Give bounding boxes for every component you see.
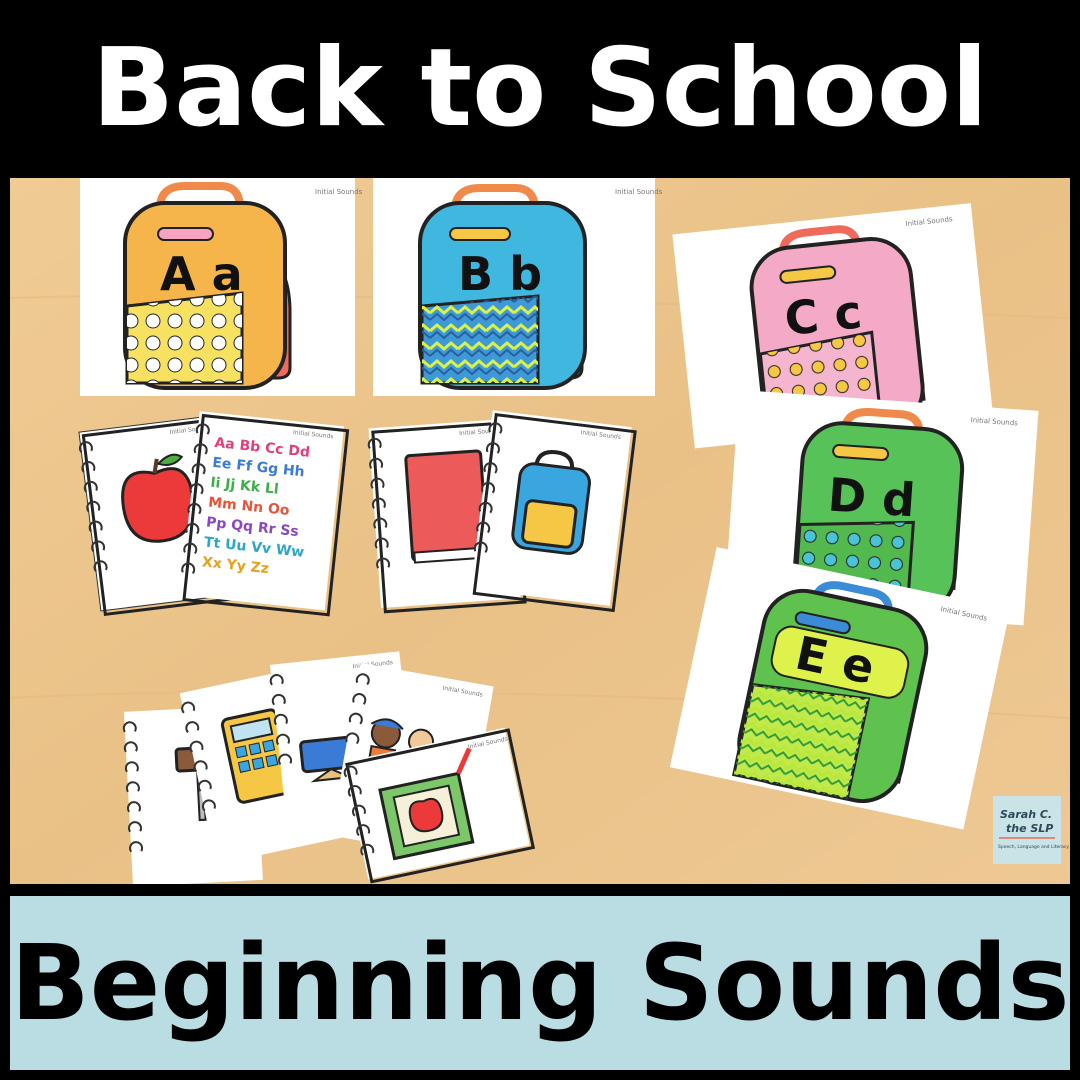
logo-line1: Sarah C. xyxy=(1000,808,1052,821)
card-letter-c: C c xyxy=(782,284,864,346)
subtitle: Beginning Sounds xyxy=(10,922,1070,1044)
card-header-b: Initial Sounds xyxy=(615,188,663,196)
graphic-frame: Back to School Initial Sounds A a Initia… xyxy=(0,0,1080,1080)
picture-card-alphabet: Initial Sounds Aa Bb Cc Dd Ee Ff Gg Hh I… xyxy=(180,411,350,617)
picture-card-backpack: Initial Sounds xyxy=(470,410,637,613)
subtitle-banner: Beginning Sounds xyxy=(10,896,1070,1070)
card-letter-a: A a xyxy=(160,247,243,301)
letter-card-a: Initial Sounds A a xyxy=(80,178,363,396)
letter-card-b: Initial Sounds B b xyxy=(373,178,663,396)
logo-tagline: Speech, Language and Literacy xyxy=(998,844,1069,850)
title-banner: Back to School xyxy=(0,0,1080,178)
logo-line2: the SLP xyxy=(1006,822,1053,835)
sarah-c-logo: Sarah C. the SLP Speech, Language and Li… xyxy=(993,796,1069,864)
product-photo: Initial Sounds A a Initial Sounds B b In… xyxy=(10,178,1070,884)
card-letter-b: B b xyxy=(458,247,542,301)
title: Back to School xyxy=(91,26,989,151)
card-letter-d: D d xyxy=(826,467,917,527)
card-header-a: Initial Sounds xyxy=(315,188,363,196)
